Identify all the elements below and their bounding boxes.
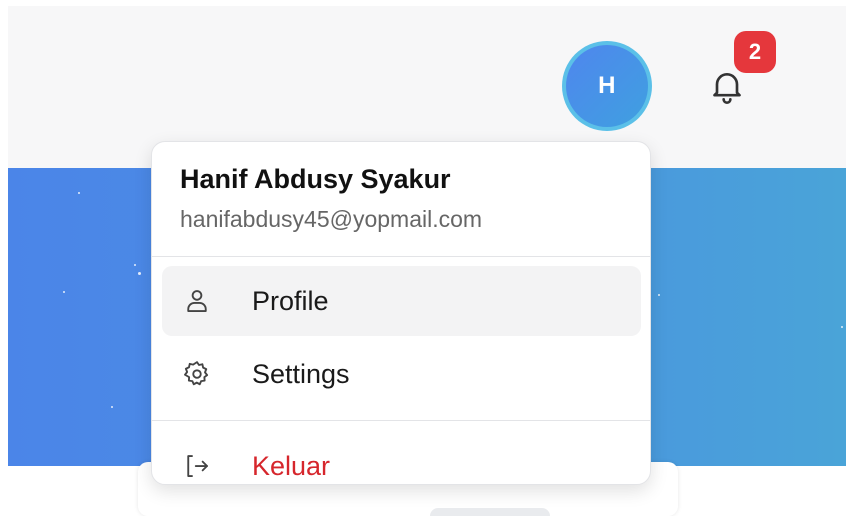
star-dot [841, 326, 843, 328]
user-name: Hanif Abdusy Syakur [180, 164, 451, 194]
menu-item-label: Profile [252, 286, 329, 316]
star-dot [78, 192, 80, 194]
card-tab [430, 508, 550, 516]
gear-icon [184, 361, 209, 386]
star-dot [63, 291, 65, 293]
star-dot [138, 272, 141, 275]
menu-divider [152, 256, 650, 257]
logout-icon [187, 455, 208, 477]
menu-divider [152, 420, 650, 421]
user-avatar-button[interactable]: H [562, 41, 652, 131]
star-dot [111, 406, 113, 408]
star-dot [134, 264, 136, 266]
menu-item-logout[interactable]: Keluar [162, 431, 641, 501]
user-email: hanifabdusy45@yopmail.com [180, 206, 483, 232]
avatar-initial: H [566, 45, 648, 127]
menu-item-label: Settings [252, 359, 350, 389]
menu-item-profile[interactable]: Profile [162, 266, 641, 336]
menu-item-settings[interactable]: Settings [162, 339, 641, 409]
star-dot [658, 294, 660, 296]
user-icon [187, 290, 207, 312]
menu-item-label: Keluar [252, 451, 331, 481]
user-dropdown-menu: Hanif Abdusy Syakur hanifabdusy45@yopmai… [151, 141, 651, 485]
notification-badge: 2 [734, 31, 776, 73]
